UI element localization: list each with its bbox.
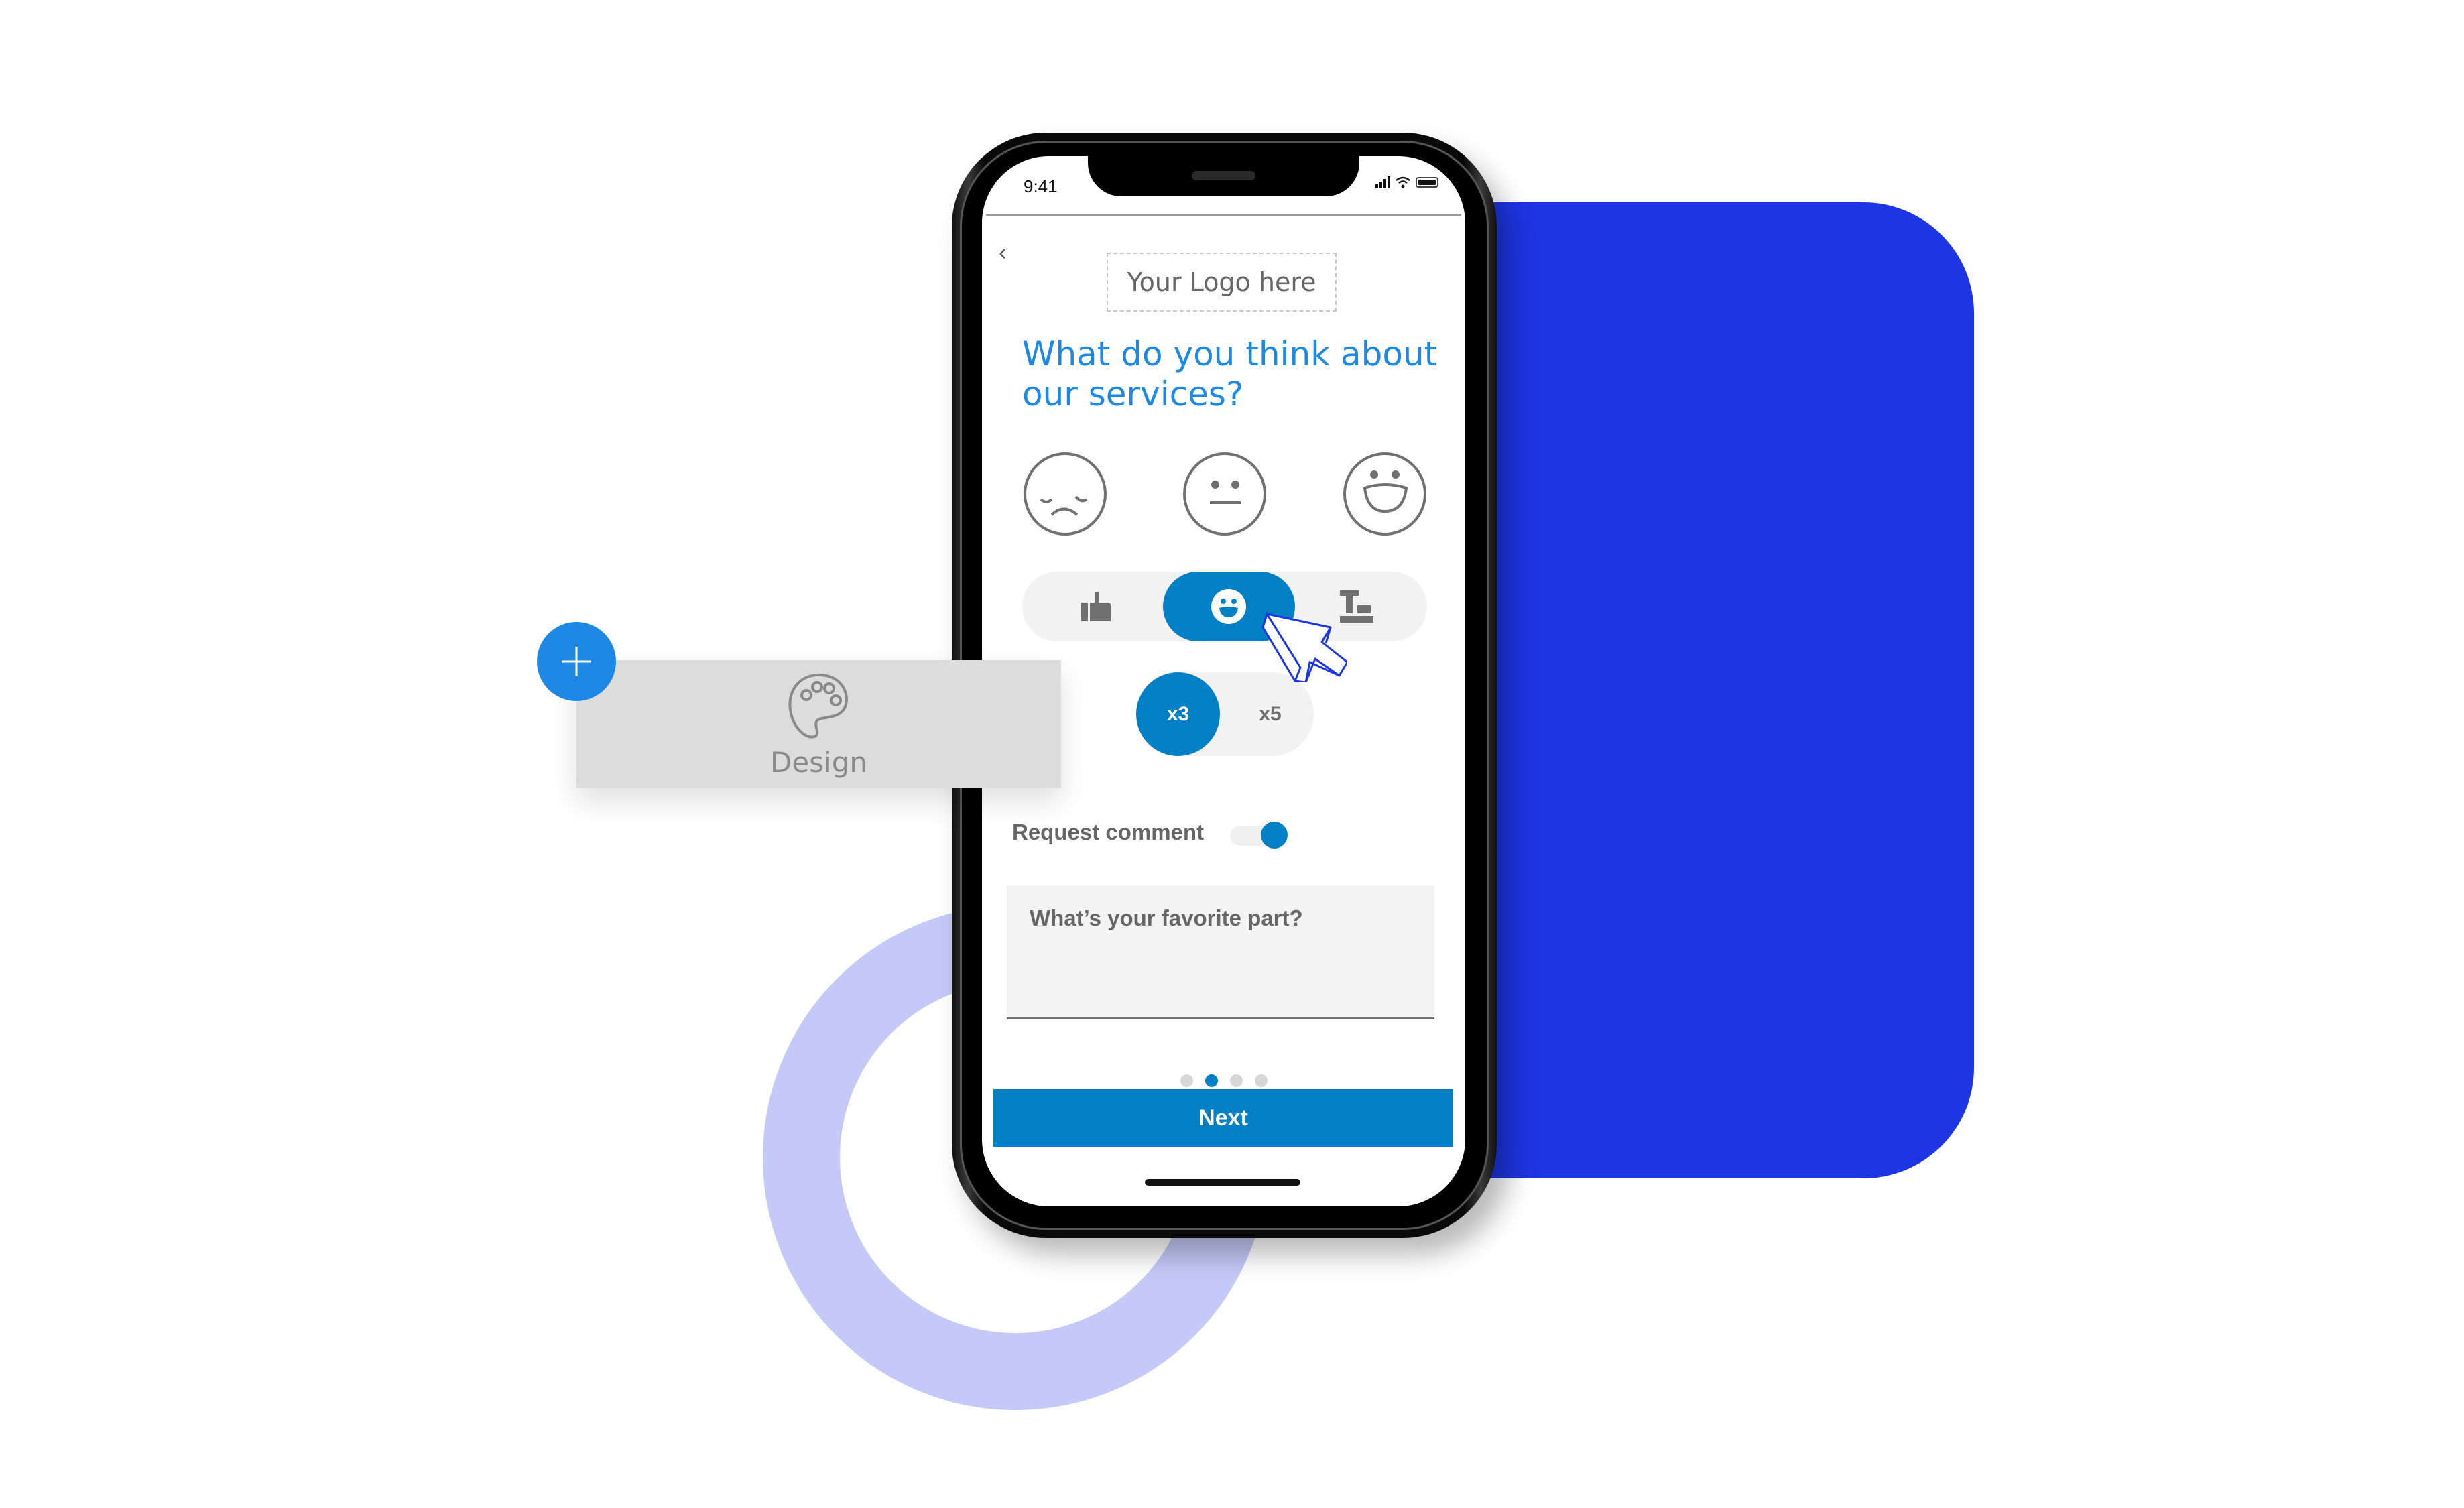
status-icons bbox=[1375, 176, 1438, 188]
happy-face-icon[interactable] bbox=[1342, 451, 1428, 537]
design-label: Design bbox=[769, 746, 867, 779]
scale-option-x3[interactable]: x3 bbox=[1136, 672, 1220, 756]
page-dot[interactable] bbox=[1180, 1074, 1193, 1087]
cursor-pointer-icon bbox=[1261, 611, 1347, 682]
chevron-left-icon[interactable]: ‹ bbox=[999, 240, 1006, 266]
scale-option-x5[interactable]: x5 bbox=[1230, 672, 1310, 756]
palette-icon bbox=[788, 673, 848, 739]
signal-icon bbox=[1375, 176, 1390, 188]
speaker bbox=[1192, 171, 1255, 180]
toggle-knob bbox=[1261, 822, 1288, 849]
logo-placeholder: Your Logo here bbox=[1107, 253, 1337, 312]
status-time: 9:41 bbox=[1024, 176, 1058, 196]
comment-textarea[interactable]: What’s your favorite part? bbox=[1007, 885, 1434, 1019]
design-panel[interactable]: Design bbox=[576, 660, 1061, 788]
thumbs-up-icon[interactable] bbox=[1077, 588, 1115, 625]
header-divider bbox=[986, 214, 1461, 216]
rating-type-selector bbox=[1022, 572, 1427, 641]
home-indicator bbox=[1145, 1179, 1300, 1186]
neutral-face-icon[interactable] bbox=[1182, 451, 1268, 537]
page-dot[interactable] bbox=[1229, 1074, 1243, 1087]
sad-face-icon[interactable] bbox=[1022, 451, 1108, 537]
add-button[interactable] bbox=[537, 622, 616, 701]
smiley-icon[interactable] bbox=[1210, 588, 1247, 625]
phone-notch bbox=[1088, 156, 1359, 196]
wifi-icon bbox=[1396, 176, 1410, 188]
page-dot-active[interactable] bbox=[1205, 1074, 1218, 1087]
page-dot[interactable] bbox=[1254, 1074, 1268, 1087]
request-comment-label: Request comment bbox=[1012, 820, 1205, 844]
next-button[interactable]: Next bbox=[993, 1089, 1453, 1147]
request-comment-toggle[interactable] bbox=[1230, 822, 1290, 849]
scale-selector: x3 x5 bbox=[1136, 672, 1314, 756]
plus-icon bbox=[562, 647, 591, 676]
survey-question: What do you think about our services? bbox=[1022, 334, 1438, 414]
background-blue-shape bbox=[1461, 202, 1974, 1178]
battery-icon bbox=[1416, 177, 1438, 188]
pagination-dots bbox=[982, 1074, 1465, 1087]
